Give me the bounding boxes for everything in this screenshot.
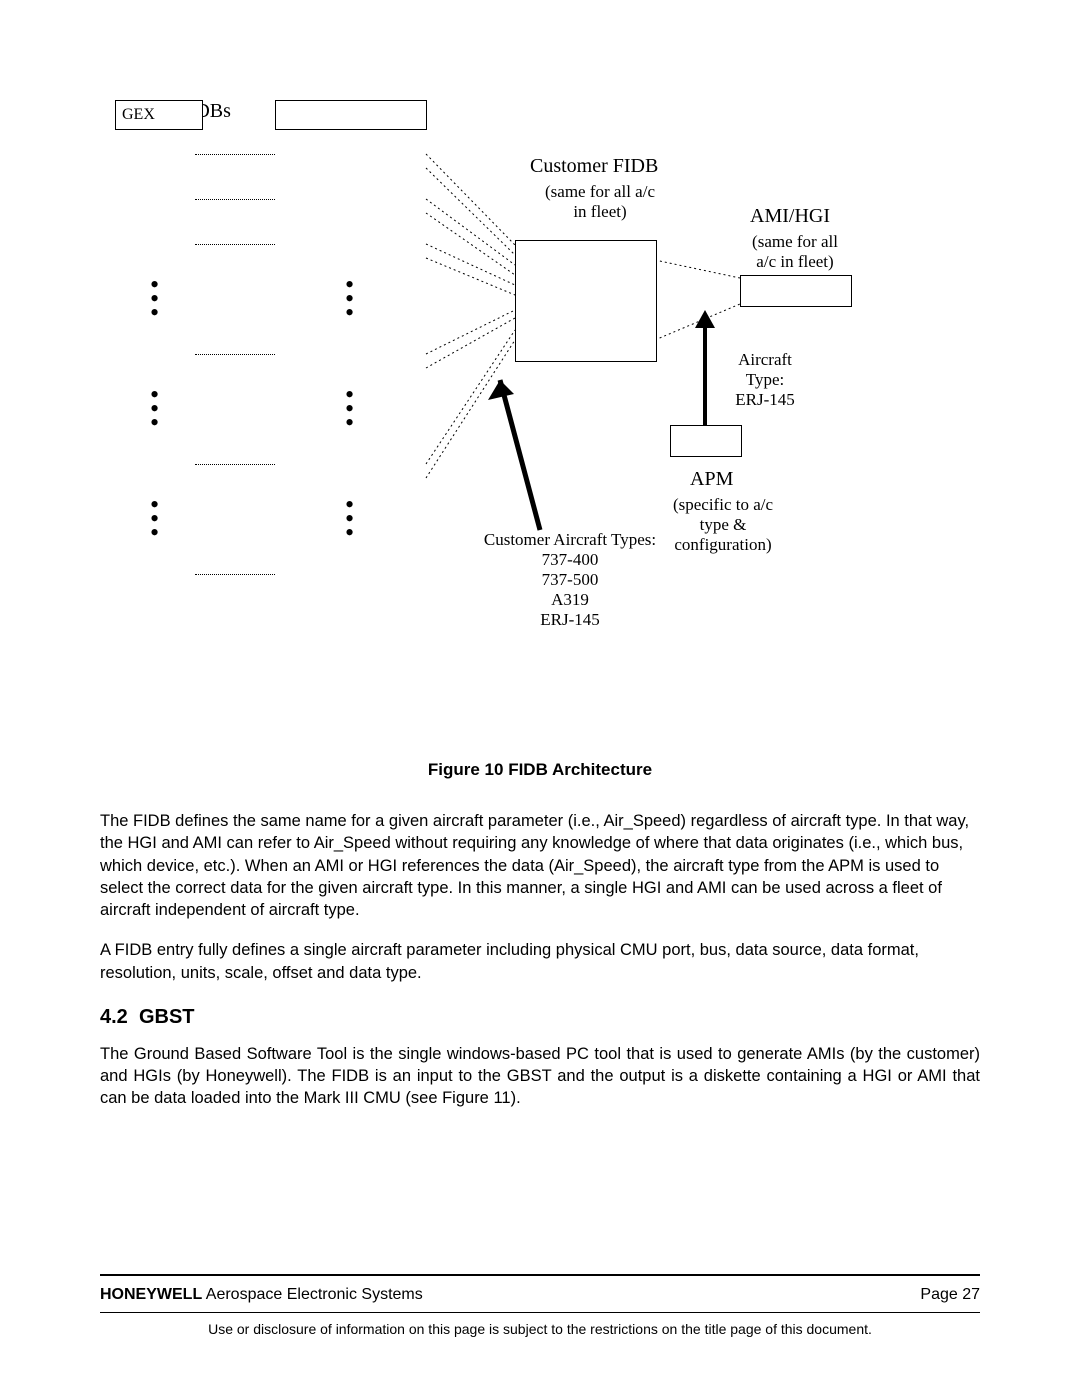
paragraph-1: The FIDB defines the same name for a giv…	[100, 810, 980, 921]
customer-fidb-sub: (same for all a/c in fleet)	[540, 182, 660, 222]
customer-aircraft-types: Customer Aircraft Types: 737-400 737-500…	[470, 530, 670, 630]
aircraft-type-label: Aircraft Type: ERJ-145	[720, 350, 810, 410]
apm-box	[670, 425, 742, 457]
paragraph-3: The Ground Based Software Tool is the si…	[100, 1043, 980, 1110]
apm-sub: (specific to a/c type & configuration)	[658, 495, 788, 555]
apm-title: APM	[690, 468, 733, 491]
customer-fidb-box	[515, 240, 657, 362]
ami-hgi-sub: (same for all a/c in fleet)	[740, 232, 850, 272]
paragraph-2: A FIDB entry fully defines a single airc…	[100, 939, 980, 984]
ami-hgi-title: AMI/HGI	[750, 205, 830, 228]
footer-disclaimer: Use or disclosure of information on this…	[100, 1321, 980, 1337]
section-heading: 4.2 GBST	[100, 1006, 980, 1029]
figure-caption: Figure 10 FIDB Architecture	[100, 760, 980, 780]
ami-hgi-box	[740, 275, 852, 307]
page-number: Page 27	[920, 1286, 980, 1304]
customer-fidb-title: Customer FIDB	[530, 155, 658, 178]
footer-brand: HONEYWELL Aerospace Electronic Systems	[100, 1286, 423, 1304]
page-footer: HONEYWELL Aerospace Electronic Systems P…	[100, 1274, 980, 1337]
fidb-architecture-diagram: Mini-FIDBs Master FIDB 737-300 737-400 7…	[100, 100, 980, 720]
